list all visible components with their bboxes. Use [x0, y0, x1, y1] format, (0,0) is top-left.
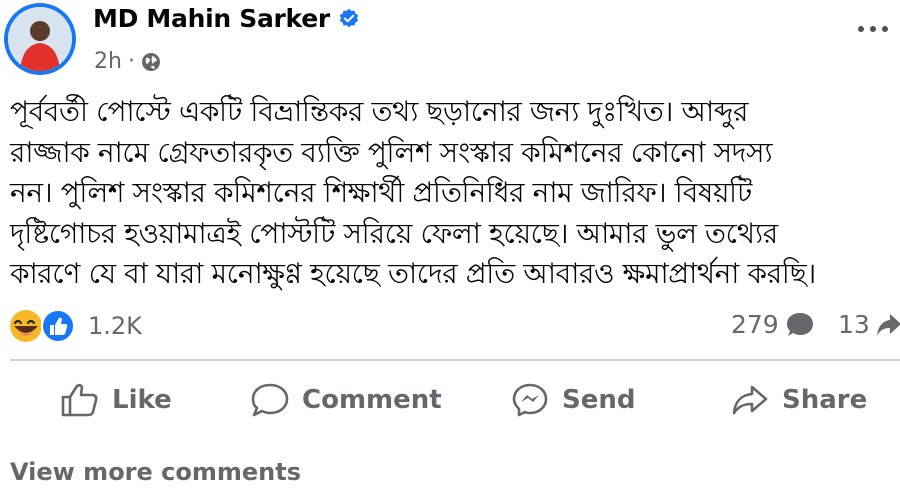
haha-reaction-icon — [10, 310, 42, 342]
post-body: পূর্ববর্তী পোস্টে একটি বিভ্রান্তিকর তথ্য… — [10, 92, 890, 295]
comment-count: 279 — [731, 310, 779, 339]
view-more-comments-link[interactable]: View more comments — [10, 458, 301, 486]
like-button[interactable]: Like — [60, 370, 172, 430]
send-button[interactable]: Send — [510, 370, 635, 430]
post-text-line: রাজ্জাক নামে গ্রেফতারকৃত ব্যক্তি পুলিশ স… — [10, 135, 773, 169]
meta-separator: · — [127, 49, 135, 74]
comment-count-link[interactable]: 279 — [731, 310, 815, 339]
verified-badge-icon — [339, 8, 359, 27]
author-name-row: MD Mahin Sarker — [93, 4, 360, 33]
more-dot — [882, 26, 888, 32]
share-label: Share — [782, 385, 868, 415]
reactions-summary: 1.2K 279 13 — [0, 305, 900, 345]
avatar-photo — [8, 7, 72, 71]
share-button[interactable]: Share — [730, 370, 867, 430]
reaction-count[interactable]: 1.2K — [88, 312, 142, 340]
comment-button[interactable]: Comment — [250, 370, 442, 430]
comment-icon — [251, 383, 289, 417]
post-time[interactable]: 2h — [94, 49, 122, 74]
post-header: MD Mahin Sarker 2h · — [0, 0, 900, 90]
like-reaction-icon — [41, 309, 75, 343]
comment-bubble-icon — [786, 312, 813, 336]
post-text-line: নন। পুলিশ সংস্কার কমিশনের শিক্ষার্থী প্র… — [10, 176, 752, 209]
action-bar: Like Comment Send Share — [0, 370, 900, 430]
share-count: 13 — [838, 310, 870, 339]
more-dot — [870, 26, 876, 32]
avatar-person-icon — [8, 7, 72, 71]
post-text-line: পূর্ববর্তী পোস্টে একটি বিভ্রান্তিকর তথ্য… — [10, 95, 748, 128]
share-arrow-icon — [876, 313, 900, 336]
like-label: Like — [112, 385, 172, 415]
actions-divider — [10, 359, 900, 361]
post-meta: 2h · — [94, 49, 161, 74]
thumbs-up-icon — [61, 383, 98, 417]
globe-icon — [141, 52, 160, 71]
comment-label: Comment — [302, 385, 442, 415]
more-options-button[interactable] — [858, 26, 888, 32]
more-dot — [858, 26, 864, 32]
author-avatar[interactable] — [4, 3, 76, 75]
post-text-line: কারণে যে বা যারা মনোক্ষুণ্ণ হয়েছে তাদের… — [10, 257, 816, 290]
post-text-line: দৃষ্টিগোচর হওয়ামাত্রই পোস্টটি সরিয়ে ফে… — [10, 216, 778, 250]
author-name[interactable]: MD Mahin Sarker — [93, 4, 330, 33]
messenger-icon — [512, 383, 548, 417]
share-count-link[interactable]: 13 — [838, 310, 900, 339]
reaction-icons[interactable] — [8, 308, 78, 344]
send-label: Send — [562, 385, 636, 415]
share-icon — [732, 385, 768, 415]
